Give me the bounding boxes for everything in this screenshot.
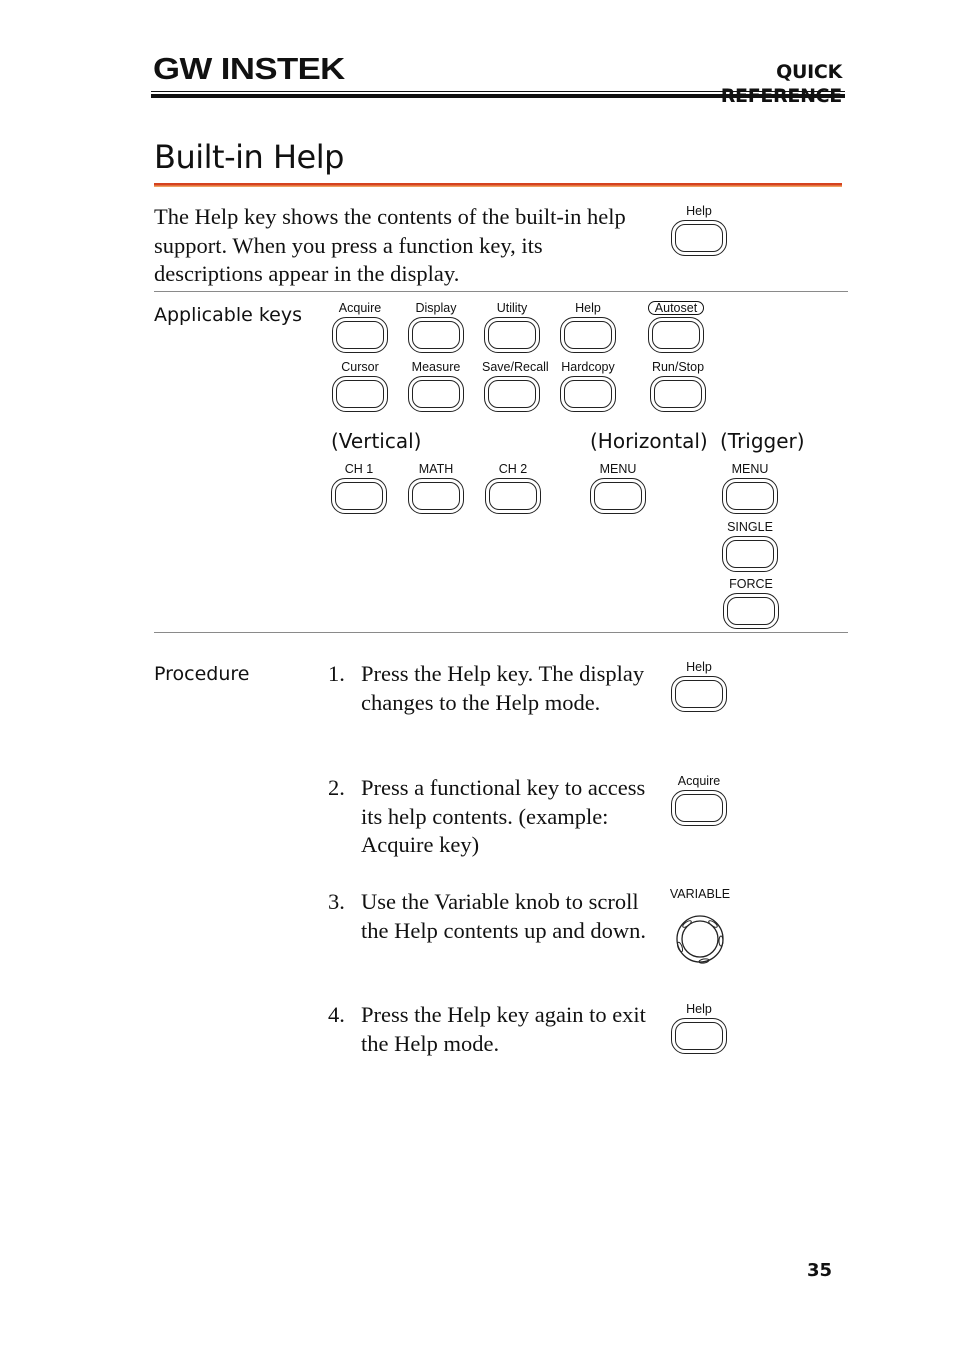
utility-key[interactable]: Utility — [482, 301, 542, 353]
button-icon[interactable] — [332, 376, 388, 412]
key-label: MENU — [599, 462, 637, 476]
save-recall-key[interactable]: Save/Recall — [482, 360, 549, 412]
key-label: SINGLE — [727, 520, 773, 534]
brand-logo: GW INSTEK — [153, 51, 345, 86]
math-key[interactable]: MATH — [406, 462, 466, 514]
step-text: Press the Help key again to exit the Hel… — [361, 1002, 646, 1056]
applicable-keys-label: Applicable keys — [154, 304, 302, 326]
measure-key[interactable]: Measure — [406, 360, 466, 412]
step-text: Use the Variable knob to scroll the Help… — [361, 889, 646, 943]
button-icon[interactable] — [408, 478, 464, 514]
button-icon[interactable] — [650, 376, 706, 412]
button-icon[interactable] — [671, 790, 727, 826]
button-icon[interactable] — [484, 376, 540, 412]
variable-knob-label: VARIABLE — [669, 887, 731, 901]
button-icon[interactable] — [560, 317, 616, 353]
button-icon[interactable] — [484, 317, 540, 353]
page-number: 35 — [806, 1260, 832, 1281]
ch1-key[interactable]: CH 1 — [329, 462, 389, 514]
key-label: Autoset — [648, 301, 704, 315]
step-number: 4. — [328, 1002, 345, 1027]
button-icon[interactable] — [590, 478, 646, 514]
horizontal-menu-key[interactable]: MENU — [588, 462, 648, 514]
key-label: Cursor — [341, 360, 379, 374]
button-icon[interactable] — [560, 376, 616, 412]
section-divider — [154, 632, 848, 633]
key-label: MENU — [731, 462, 769, 476]
key-label: Acquire — [677, 774, 721, 788]
single-key[interactable]: SINGLE — [720, 520, 780, 572]
key-label: Utility — [496, 301, 528, 315]
step-help-key[interactable]: Help — [669, 660, 729, 712]
key-label: FORCE — [729, 577, 773, 591]
key-label: Measure — [411, 360, 461, 374]
button-icon[interactable] — [723, 593, 779, 629]
display-key[interactable]: Display — [406, 301, 466, 353]
button-icon[interactable] — [648, 317, 704, 353]
key-label: Help — [686, 204, 712, 218]
key-label: Help — [686, 1002, 712, 1016]
button-icon[interactable] — [331, 478, 387, 514]
help-key-intro[interactable]: Help — [669, 204, 729, 256]
step-number: 1. — [328, 661, 345, 686]
trigger-menu-key[interactable]: MENU — [720, 462, 780, 514]
acquire-key[interactable]: Acquire — [330, 301, 390, 353]
key-label: Help — [575, 301, 601, 315]
force-key[interactable]: FORCE — [721, 577, 781, 629]
key-label: Hardcopy — [561, 360, 615, 374]
key-label: Run/Stop — [651, 360, 705, 374]
key-label: Display — [415, 301, 457, 315]
key-label: Help — [686, 660, 712, 674]
step-number: 2. — [328, 775, 345, 800]
section-title: QUICK REFERENCE — [721, 61, 843, 107]
run-stop-key[interactable]: Run/Stop — [648, 360, 708, 412]
step-text: Press the Help key. The display changes … — [361, 661, 645, 715]
step-number: 3. — [328, 889, 345, 914]
ch2-key[interactable]: CH 2 — [483, 462, 543, 514]
hardcopy-key[interactable]: Hardcopy — [558, 360, 618, 412]
variable-knob[interactable] — [674, 913, 726, 965]
trigger-group-label: (Trigger) — [720, 429, 805, 453]
autoset-key[interactable]: Autoset — [646, 301, 706, 353]
button-icon[interactable] — [485, 478, 541, 514]
intro-paragraph: The Help key shows the contents of the b… — [154, 204, 626, 286]
step-acquire-key[interactable]: Acquire — [669, 774, 729, 826]
key-label: Save/Recall — [482, 360, 549, 374]
vertical-group-label: (Vertical) — [331, 429, 422, 453]
button-icon[interactable] — [671, 220, 727, 256]
button-icon[interactable] — [722, 478, 778, 514]
button-icon[interactable] — [408, 317, 464, 353]
cursor-key[interactable]: Cursor — [330, 360, 390, 412]
title-underline — [154, 183, 842, 187]
key-label: CH 1 — [344, 462, 374, 476]
button-icon[interactable] — [671, 1018, 727, 1054]
procedure-label: Procedure — [154, 663, 250, 685]
button-icon[interactable] — [408, 376, 464, 412]
header-rule-thin — [151, 91, 845, 92]
key-label: CH 2 — [498, 462, 528, 476]
key-label: Acquire — [338, 301, 382, 315]
help-key[interactable]: Help — [558, 301, 618, 353]
step-help-key[interactable]: Help — [669, 1002, 729, 1054]
horizontal-group-label: (Horizontal) — [590, 429, 708, 453]
step-text: Press a functional key to access its hel… — [361, 775, 646, 857]
header-rule-thick — [151, 94, 845, 98]
key-label: MATH — [418, 462, 454, 476]
page-title: Built-in Help — [154, 138, 344, 176]
knob-icon — [676, 915, 724, 964]
button-icon[interactable] — [332, 317, 388, 353]
button-icon[interactable] — [671, 676, 727, 712]
button-icon[interactable] — [722, 536, 778, 572]
section-divider — [154, 291, 848, 292]
